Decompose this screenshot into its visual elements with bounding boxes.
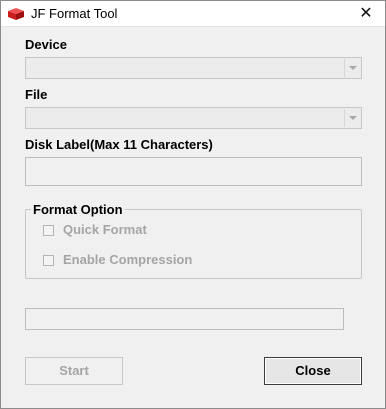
chevron-down-icon[interactable]: [344, 109, 360, 127]
red-cube-icon: [7, 7, 25, 21]
start-button[interactable]: Start: [25, 357, 123, 385]
device-label: Device: [25, 37, 67, 52]
format-tool-window: JF Format Tool ✕ Device File Disk Label(…: [0, 0, 386, 409]
format-progress-bar: [25, 308, 344, 330]
close-icon[interactable]: ✕: [353, 4, 379, 24]
window-title: JF Format Tool: [31, 6, 118, 21]
chevron-down-icon[interactable]: [344, 59, 360, 77]
enable-compression-label: Enable Compression: [63, 252, 193, 267]
close-button[interactable]: Close: [264, 357, 362, 385]
enable-compression-checkbox[interactable]: [43, 255, 54, 266]
file-label: File: [25, 87, 48, 102]
format-option-group: [25, 209, 362, 279]
title-bar[interactable]: JF Format Tool ✕: [1, 1, 385, 27]
file-dropdown[interactable]: [25, 107, 362, 129]
disk-label-input[interactable]: [25, 157, 362, 186]
quick-format-label: Quick Format: [63, 222, 147, 237]
disk-label-label: Disk Label(Max 11 Characters): [25, 137, 213, 152]
quick-format-checkbox[interactable]: [43, 225, 54, 236]
format-option-title: Format Option: [31, 202, 125, 218]
device-dropdown[interactable]: [25, 57, 362, 79]
